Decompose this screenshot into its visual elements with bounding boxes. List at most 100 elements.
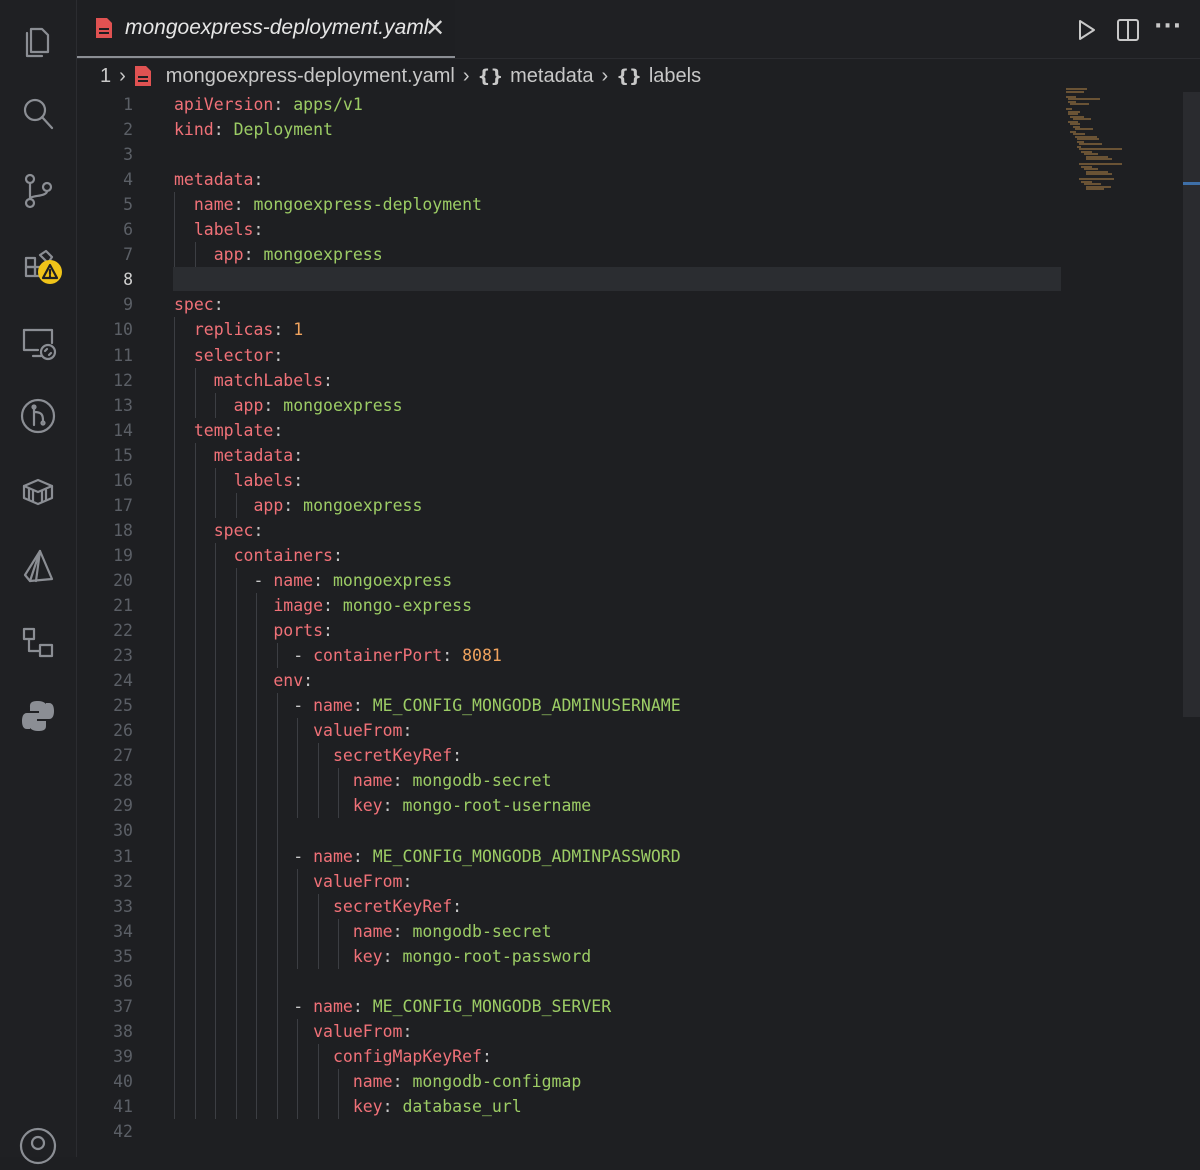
code-line[interactable]: 32 valueFrom: [77,869,1077,894]
close-icon[interactable]: ✕ [425,16,445,40]
code-token: : [452,896,463,916]
code-line[interactable]: 7 app: mongoexpress [77,242,1077,267]
accounts-icon[interactable] [14,1122,62,1170]
code-line[interactable]: 23 - containerPort: 8081 [77,643,1077,668]
code-token: - [293,846,314,866]
code-line[interactable]: 27 secretKeyRef: [77,743,1077,768]
code-text: - name: ME_CONFIG_MONGODB_ADMINUSERNAME [174,693,680,718]
indent-guide [256,593,258,1120]
code-line[interactable]: 8 [77,267,1077,292]
code-line[interactable]: 16 labels: [77,468,1077,493]
line-number: 1 [123,95,133,114]
indent-guide [317,1043,319,1120]
code-line[interactable]: 36 [77,969,1077,994]
docker-icon[interactable] [14,468,62,516]
code-line[interactable]: 24 env: [77,668,1077,693]
code-line[interactable]: 40 name: mongodb-configmap [77,1069,1077,1094]
breadcrumb-metadata[interactable]: metadata [510,65,593,88]
code-line[interactable]: 31 - name: ME_CONFIG_MONGODB_ADMINPASSWO… [77,844,1077,869]
code-line[interactable]: 13 app: mongoexpress [77,393,1077,418]
code-line[interactable]: 1 apiVersion: apps/v1 [77,92,1077,117]
code-token: kind [174,120,214,140]
line-number: 25 [113,696,133,716]
code-line[interactable]: 38 valueFrom: [77,1019,1077,1044]
code-token: : [382,1097,403,1116]
code-line[interactable]: 34 name: mongodb-secret [77,919,1077,944]
line-number: 36 [113,971,133,991]
code-line[interactable]: 10 replicas: 1 [77,317,1077,342]
code-line[interactable]: 5 name: mongoexpress-deployment [77,192,1077,217]
git-graph-icon[interactable] [14,392,62,440]
breadcrumb: 1 › mongoexpress-deployment.yaml › {} me… [100,60,900,92]
search-icon[interactable] [14,90,62,138]
code-token: : [323,370,333,390]
code-token: mongodb-secret [412,771,552,791]
code-text: valueFrom: [174,1019,412,1044]
code-line[interactable]: 35 key: mongo-root-password [77,944,1077,969]
breadcrumb-file[interactable]: mongoexpress-deployment.yaml [166,65,455,88]
code-line[interactable]: 14 template: [77,418,1077,443]
activity-bar [0,0,77,1165]
code-line[interactable]: 39 configMapKeyRef: [77,1044,1077,1069]
code-line[interactable]: 28 name: mongodb-secret [77,768,1077,793]
remote-explorer-icon[interactable] [14,318,62,366]
line-number: 27 [113,746,133,766]
indent-guide [338,918,340,969]
extensions-icon[interactable] [14,242,62,290]
code-line[interactable]: 11 selector: [77,343,1077,368]
code-text: replicas: 1 [174,317,303,342]
breadcrumb-labels[interactable]: labels [649,65,701,88]
diagram-icon[interactable] [14,618,62,666]
code-token: : [332,545,343,565]
code-line[interactable]: 30 [77,818,1077,843]
indent-guide [317,893,319,969]
code-line[interactable]: 15 metadata: [77,443,1077,468]
code-line[interactable]: 12 matchLabels: [77,368,1077,393]
code-token: image [273,596,324,615]
line-number: 23 [113,646,133,666]
line-number: 9 [123,295,133,315]
code-line[interactable]: 41 key: database_url [77,1094,1077,1119]
more-actions-icon[interactable]: ··· [1154,16,1182,44]
object-icon: {} [616,65,642,87]
code-text: template: [174,418,283,443]
code-line[interactable]: 22 ports: [77,618,1077,643]
code-line[interactable]: 4 metadata: [77,167,1077,192]
python-icon[interactable] [14,692,62,740]
code-token: Deployment [233,120,333,140]
code-line[interactable]: 25 - name: ME_CONFIG_MONGODB_ADMINUSERNA… [77,693,1077,718]
minimap[interactable] [1066,88,1146,198]
code-line[interactable]: 29 key: mongo-root-username [77,793,1077,818]
code-line[interactable]: 37 - name: ME_CONFIG_MONGODB_SERVER [77,994,1077,1019]
code-line[interactable]: 3 [77,142,1077,167]
code-token: : [402,721,413,741]
code-line[interactable]: 33 secretKeyRef: [77,894,1077,919]
code-line[interactable]: 18 spec: [77,518,1077,543]
code-line[interactable]: 19 containers: [77,543,1077,568]
code-line[interactable]: 6 labels: [77,217,1077,242]
kubernetes-icon[interactable] [14,542,62,590]
code-line[interactable]: 17 app: mongoexpress [77,493,1077,518]
code-line[interactable]: 9 spec: [77,292,1077,317]
code-line[interactable]: 26 valueFrom: [77,718,1077,743]
run-icon[interactable] [1072,16,1100,44]
indent-guide [194,442,196,1120]
code-token: : [382,796,403,816]
tab-mongoexpress-deployment[interactable]: mongoexpress-deployment.yaml ✕ [77,0,455,58]
source-control-icon[interactable] [14,166,62,214]
scroll-position-indicator [1183,182,1200,185]
code-token: name [313,846,353,866]
code-line[interactable]: 20 - name: mongoexpress [77,568,1077,593]
code-line[interactable]: 2 kind: Deployment [77,117,1077,142]
indent-guide [276,693,278,1120]
vertical-scrollbar[interactable] [1183,92,1200,717]
explorer-icon[interactable] [14,16,62,64]
code-editor[interactable]: 1 apiVersion: apps/v1 2 kind: Deployment 3 4 m… [77,92,1200,1157]
code-line[interactable]: 42 [77,1119,1077,1144]
breadcrumb-root[interactable]: 1 [100,65,111,88]
split-editor-icon[interactable] [1114,16,1142,44]
code-line[interactable]: 21 image: mongo-express [77,593,1077,618]
